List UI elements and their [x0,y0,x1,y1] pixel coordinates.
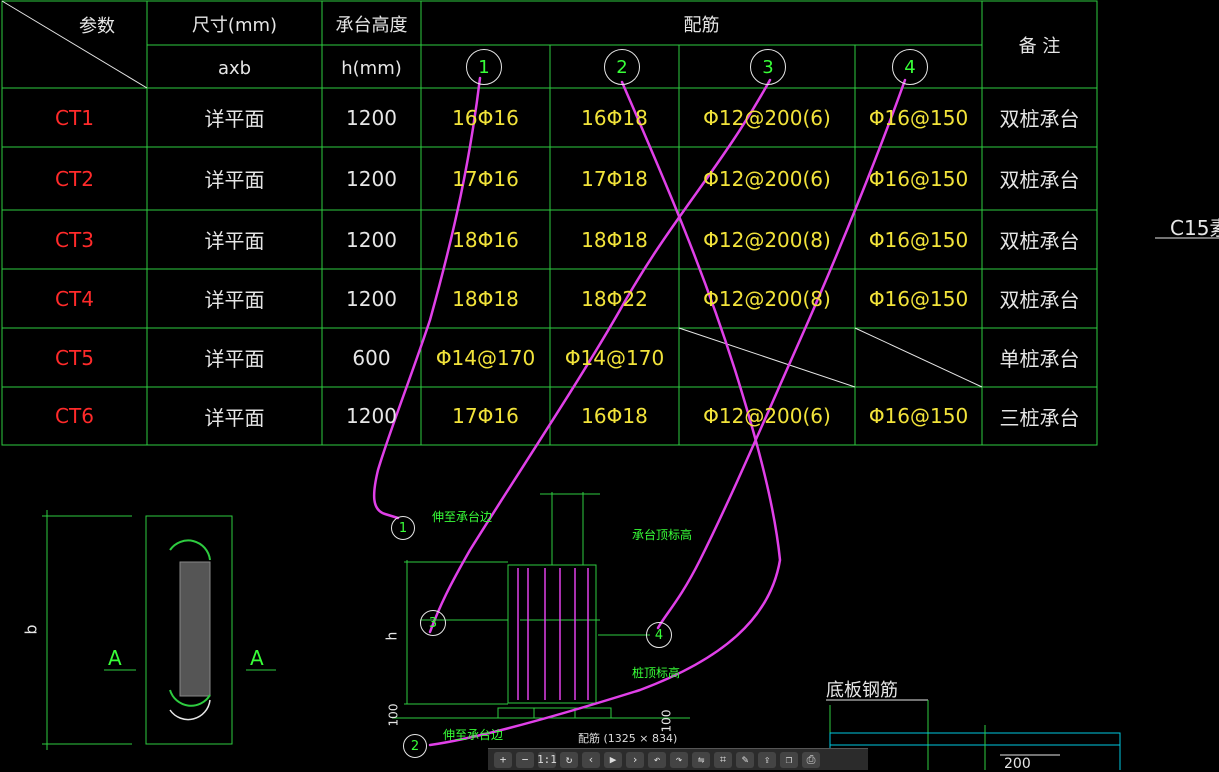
table-cell-r4: Φ16@150 [868,105,969,130]
table-cell-r2: 18Φ18 [581,227,648,252]
marker-2: 2 [403,734,427,758]
rebar-circle-3: 3 [750,49,786,85]
table-cell-r3: Φ12@200(6) [703,166,831,191]
table-cell-h: 1200 [346,227,397,252]
rotate-icon[interactable]: ↻ [560,751,578,768]
table-cell-r2: 17Φ18 [581,166,648,191]
header-rebar: 配筋 [683,15,720,36]
share-icon[interactable]: ⇪ [758,751,776,768]
header-height: 承台高度 [335,15,408,36]
table-cell-r1: 16Φ16 [452,105,519,130]
section-a-right-label: A [250,646,264,670]
viewer-tooltip: 配筋 (1325 × 834) [578,732,678,745]
table-cell-r3 [679,328,855,387]
table-cell-id: CT3 [55,227,94,252]
table-cell-r1: 17Φ16 [452,404,519,428]
table-cell-note: 双桩承台 [999,229,1080,253]
zoom-out-icon[interactable]: − [516,751,534,768]
table-cell-id: CT5 [55,345,94,370]
note-bottom-label: 伸至承台边 [443,728,504,742]
table-cell-r4: Φ16@150 [868,286,969,311]
header-notes: 备 注 [1018,35,1061,57]
dim-b-label: b [21,624,41,635]
side-label: C15素 [1170,216,1219,240]
flip-icon[interactable]: ⇋ [692,751,710,768]
marker-1: 1 [391,516,415,540]
crop-icon[interactable]: ⌗ [714,751,732,768]
table-cell-h: 1200 [346,166,397,191]
copy-icon[interactable]: ❐ [780,751,798,768]
table-cell-id: CT4 [55,286,94,311]
table-cell-h: 1200 [346,286,397,311]
table-cell-id: CT6 [55,404,94,428]
table-cell-r4: Φ16@150 [868,227,969,252]
header-param: 参数 [79,16,115,37]
redo-icon[interactable]: ↷ [670,751,688,768]
slab-title: 底板钢筋 [826,680,898,701]
table-cell-r4: Φ16@150 [868,404,969,428]
marker-3: 3 [420,610,446,636]
table-cell-h: 1200 [346,404,397,428]
table-cell-r3: Φ12@200(6) [703,105,831,130]
table-cell-r1: 18Φ16 [452,227,519,252]
table-cell-r3: Φ12@200(6) [703,404,831,428]
table-cell-size: 详平面 [204,405,265,430]
table-cell-size: 详平面 [204,107,265,131]
header-height-sub: h(mm) [341,57,402,79]
table-cell-r3: Φ12@200(8) [703,227,831,252]
dim-100-left: 100 [386,703,401,727]
rebar-circle-1: 1 [466,49,502,85]
table-cell-r2: 16Φ18 [581,404,648,428]
marker-4: 4 [646,622,672,648]
next-icon[interactable]: › [626,751,644,768]
table-cell-note: 单桩承台 [999,347,1080,371]
play-icon[interactable]: ▶ [604,751,622,768]
table-cell-id: CT2 [55,166,94,191]
table-cell-note: 双桩承台 [999,107,1080,131]
zoom-in-icon[interactable]: + [494,751,512,768]
cap-top-label: 承台顶标高 [632,528,693,542]
table-cell-r1: 18Φ18 [452,286,519,311]
table-cell-note: 双桩承台 [999,168,1080,192]
table-cell-size: 详平面 [204,347,265,371]
table-cell-r2: 18Φ22 [581,286,648,311]
table-cell-size: 详平面 [204,288,265,312]
table-cell-r1: Φ14@170 [435,345,536,370]
actual-size-icon[interactable]: 1:1 [537,751,557,768]
viewer-toolbar: + − 1:1 ↻ ‹ ▶ › ↶ ↷ ⇋ ⌗ ✎ ⇪ ❐ ⎙ [488,748,868,770]
table-cell-r4: Φ16@150 [868,166,969,191]
slab-drawing [826,699,1121,770]
table-cell-size: 详平面 [204,229,265,253]
dim-h-label: h [384,631,401,641]
table-cell-note: 三桩承台 [999,405,1080,430]
table-cell-r1: 17Φ16 [452,166,519,191]
edit-icon[interactable]: ✎ [736,751,754,768]
header-size: 尺寸(mm) [191,15,278,36]
undo-icon[interactable]: ↶ [648,751,666,768]
table-cell-size: 详平面 [204,168,265,192]
rebar-lines [517,568,589,700]
prev-icon[interactable]: ‹ [582,751,600,768]
table-cell-r3: Φ12@200(8) [703,286,831,311]
rebar-circle-2: 2 [604,49,640,85]
table-cell-r2: 16Φ18 [581,105,648,130]
table-cell-note: 双桩承台 [999,288,1080,312]
table-cell-h: 1200 [346,105,397,130]
pile-hatch [169,539,211,721]
section-a-drawing [42,510,276,750]
table-cell-h: 600 [352,345,391,370]
pile-top-label: 桩顶标高 [632,666,681,680]
header-size-sub: axb [217,57,252,79]
section-a-left-label: A [108,646,122,670]
table-cell-id: CT1 [55,105,94,130]
table-cell-r2: Φ14@170 [564,345,665,370]
rebar-circle-4: 4 [892,49,928,85]
table-cell-r4 [855,328,982,387]
print-icon[interactable]: ⎙ [802,751,820,768]
note-top-label: 伸至承台边 [432,510,493,524]
